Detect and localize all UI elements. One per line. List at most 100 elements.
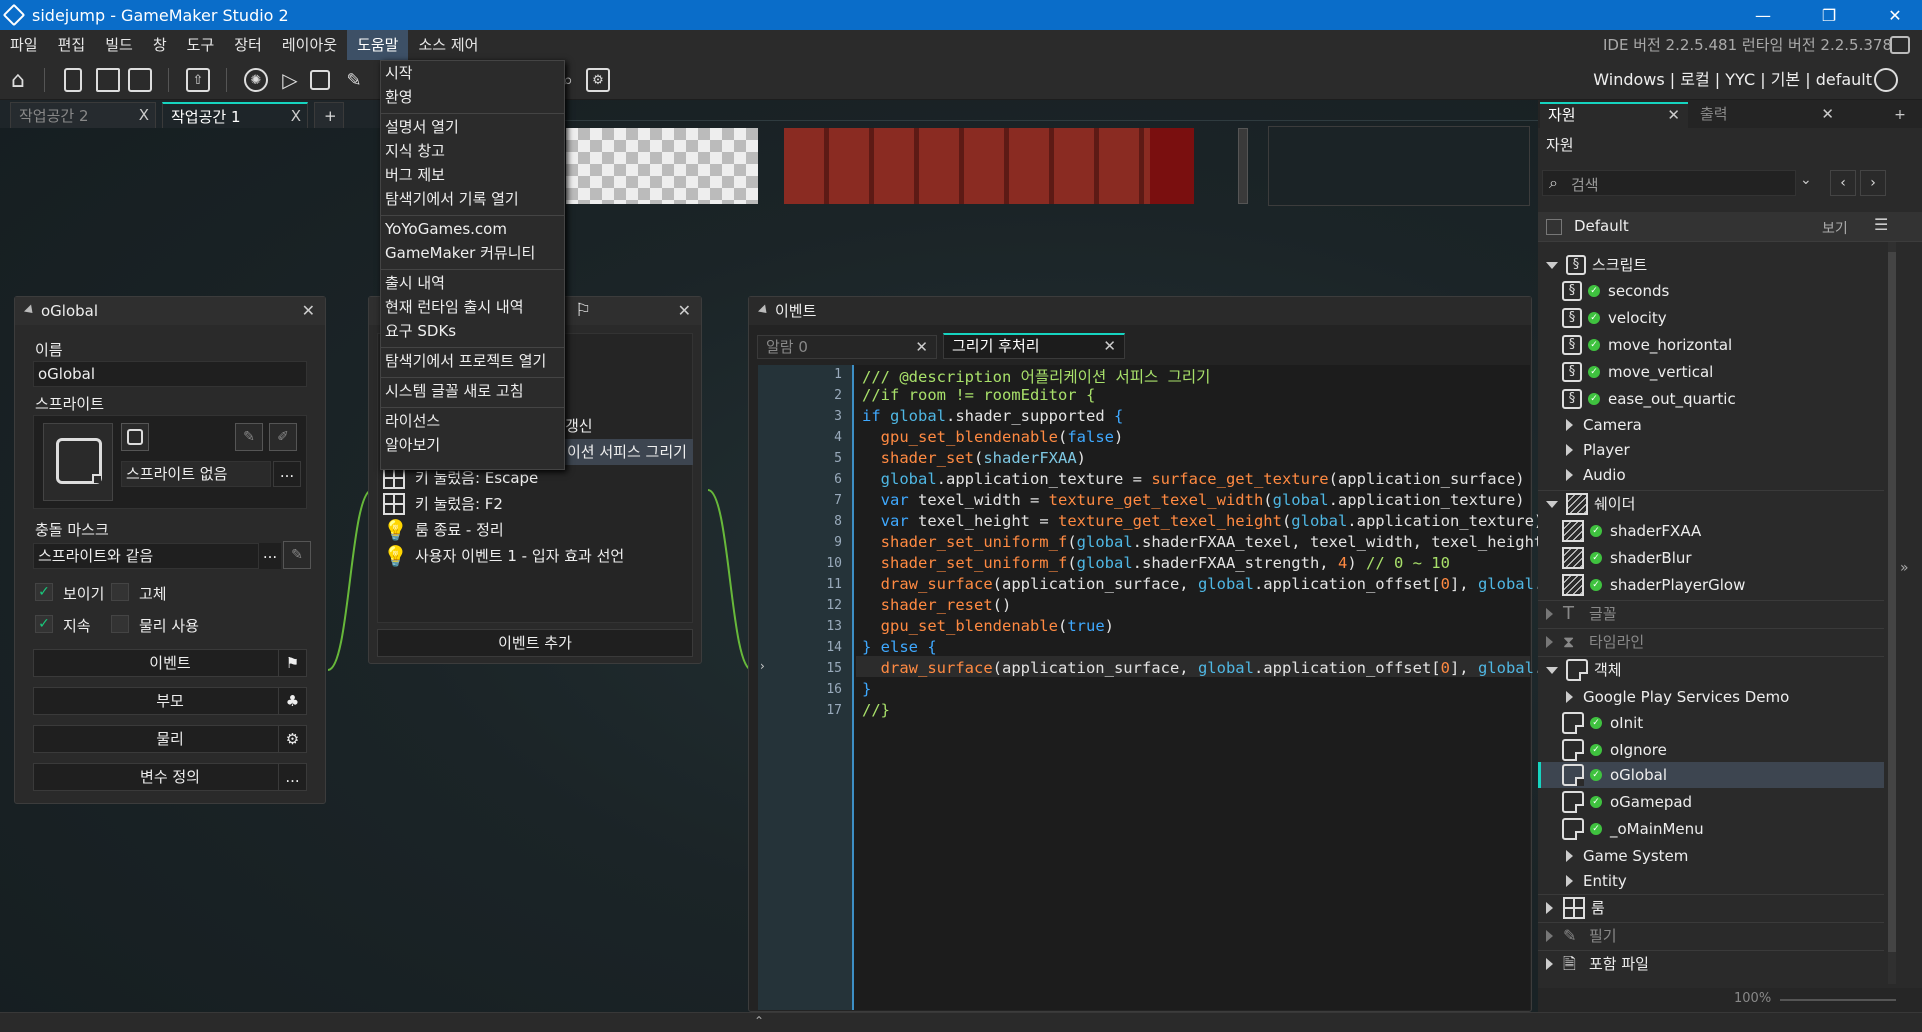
search-input[interactable]: ⌕ 검색: [1542, 170, 1796, 196]
tab-draw-end[interactable]: 그리기 후처리 ✕: [943, 333, 1125, 359]
close-icon[interactable]: ✕: [1667, 104, 1680, 126]
add-workspace-button[interactable]: +: [314, 102, 344, 128]
group-name[interactable]: Default: [1574, 217, 1629, 235]
menu-item-report-bug[interactable]: 버그 제보: [385, 163, 445, 187]
menu-item-release-notes[interactable]: 출시 내역: [385, 271, 445, 295]
export-icon[interactable]: ⇧: [186, 68, 210, 92]
events-button[interactable]: 이벤트 ⚑: [33, 649, 307, 677]
event-item-partial[interactable]: 갱신: [565, 413, 593, 439]
menu-help[interactable]: 도움말: [347, 30, 409, 60]
menu-file[interactable]: 파일: [0, 30, 48, 60]
tree-folder-game-system[interactable]: Game System: [1566, 843, 1688, 869]
sprite-thumbnail[interactable]: [43, 423, 113, 501]
visible-checkbox[interactable]: ✓: [35, 583, 53, 601]
tree-group-scripts[interactable]: § 스크립트: [1546, 252, 1647, 278]
physics-checkbox[interactable]: [111, 615, 129, 633]
close-icon[interactable]: ✕: [1821, 102, 1834, 126]
menu-item-required-sdks[interactable]: 요구 SDKs: [385, 319, 456, 343]
tree-group-timelines[interactable]: ⧗ 타임라인: [1546, 629, 1644, 655]
solid-checkbox[interactable]: [111, 583, 129, 601]
restore-button[interactable]: ❐: [1806, 0, 1852, 30]
menu-item-knowledge-base[interactable]: 지식 창고: [385, 139, 445, 163]
tree-item[interactable]: ✓ shaderPlayerGlow: [1562, 572, 1745, 598]
name-field[interactable]: oGlobal: [33, 361, 307, 387]
menu-marketplace[interactable]: 장터: [224, 30, 272, 60]
edit-sprite-icon[interactable]: ✎: [235, 423, 263, 451]
tree-item[interactable]: § ✓ seconds: [1562, 278, 1669, 304]
tree-item-selected[interactable]: ✓ oGlobal: [1562, 762, 1667, 788]
edit-image-icon[interactable]: ✐: [269, 423, 297, 451]
variable-definitions-button[interactable]: 변수 정의 ...: [33, 763, 307, 791]
new-project-icon[interactable]: [64, 68, 82, 92]
menu-item-welcome[interactable]: 환영: [385, 85, 413, 109]
tree-group-shaders[interactable]: 쉐이더: [1546, 491, 1635, 517]
menu-item-open-manual[interactable]: 설명서 열기: [385, 115, 459, 139]
tree-item[interactable]: ✓ oInit: [1562, 710, 1643, 736]
menu-item-runtime-release-notes[interactable]: 현재 런타임 출시 내역: [385, 295, 524, 319]
menu-item-refresh-fonts[interactable]: 시스템 글꼴 새로 고침: [385, 379, 524, 403]
close-icon[interactable]: ✕: [678, 297, 691, 325]
tree-folder-entity[interactable]: Entity: [1566, 868, 1627, 894]
sprite-field[interactable]: 스프라이트 없음: [121, 461, 271, 487]
code-text-area[interactable]: 1 2 3 4 5 6 7 8 9 10 11 12 13 14 15 16 1…: [758, 365, 1553, 1010]
menu-item-open-log[interactable]: 탐색기에서 기록 열기: [385, 187, 519, 211]
mask-browse-button[interactable]: ...: [259, 543, 281, 569]
expand-output-icon[interactable]: ⌃: [754, 1014, 764, 1028]
parent-button[interactable]: 부모 ♣: [33, 687, 307, 715]
close-icon[interactable]: ✕: [302, 297, 315, 325]
stop-icon[interactable]: [310, 70, 330, 90]
tree-item[interactable]: § ✓ velocity: [1562, 305, 1667, 331]
game-options-icon[interactable]: ⚙: [586, 68, 610, 92]
save-icon[interactable]: [128, 68, 152, 92]
run-icon[interactable]: ▷: [278, 68, 302, 92]
tree-group-fonts[interactable]: T 글꼴: [1546, 601, 1617, 627]
menu-tools[interactable]: 도구: [177, 30, 225, 60]
tree-item[interactable]: ✓ shaderFXAA: [1562, 518, 1701, 544]
menu-item-open-project-explorer[interactable]: 탐색기에서 프로젝트 열기: [385, 349, 546, 373]
clean-icon[interactable]: ✎: [342, 68, 366, 92]
menu-item-licenses[interactable]: 라이선스: [385, 409, 440, 433]
tree-folder-player[interactable]: Player: [1566, 437, 1630, 463]
zoom-slider[interactable]: [1780, 999, 1896, 1001]
chat-icon[interactable]: [1890, 36, 1910, 54]
target-icon[interactable]: [1874, 68, 1898, 92]
event-item[interactable]: 💡 룸 종료 - 정리: [383, 517, 504, 543]
close-icon[interactable]: ✕: [1103, 335, 1116, 357]
edit-mask-icon[interactable]: ✎: [283, 541, 311, 569]
close-icon[interactable]: X: [291, 107, 301, 125]
tab-output[interactable]: 출력 ✕: [1692, 102, 1842, 128]
next-icon[interactable]: ›: [1860, 170, 1886, 196]
debug-icon[interactable]: ✺: [244, 68, 268, 92]
tree-folder-camera[interactable]: Camera: [1566, 412, 1642, 438]
tree-scrollbar[interactable]: [1888, 242, 1896, 984]
menu-build[interactable]: 빌드: [95, 30, 143, 60]
tree-item[interactable]: ✓ oIgnore: [1562, 737, 1667, 763]
menu-window[interactable]: 창: [143, 30, 177, 60]
tree-item[interactable]: ✓ _oMainMenu: [1562, 816, 1704, 842]
menu-icon[interactable]: ☰: [1874, 215, 1888, 234]
chevron-down-icon[interactable]: ⌄: [1800, 172, 1812, 188]
close-icon[interactable]: X: [139, 106, 149, 124]
tree-item[interactable]: § ✓ move_vertical: [1562, 359, 1713, 385]
minimize-button[interactable]: —: [1740, 0, 1786, 30]
tree-item[interactable]: § ✓ ease_out_quartic: [1562, 386, 1736, 412]
close-icon[interactable]: ✕: [915, 336, 928, 358]
collapse-panel-icon[interactable]: »: [1900, 560, 1909, 576]
persistent-checkbox[interactable]: ✓: [35, 615, 53, 633]
target-selector[interactable]: Windows | 로컬 | YYC | 기본 | default: [1593, 60, 1872, 100]
tree-item[interactable]: § ✓ move_horizontal: [1562, 332, 1732, 358]
tab-resources[interactable]: 자원 ✕: [1540, 102, 1688, 128]
menu-edit[interactable]: 편집: [48, 30, 96, 60]
event-item[interactable]: 키 눌렀음: F2: [383, 491, 503, 517]
tree-item[interactable]: ✓ oGamepad: [1562, 789, 1692, 815]
tree-group-rooms[interactable]: 룸: [1546, 895, 1605, 921]
tree-item[interactable]: ✓ shaderBlur: [1562, 545, 1692, 571]
new-sprite-icon[interactable]: [121, 423, 149, 451]
tab-workspace-1[interactable]: 작업공간 1 X: [162, 102, 308, 128]
sprite-browse-button[interactable]: ...: [273, 461, 301, 487]
tree-group-notes[interactable]: ✎ 필기: [1546, 923, 1617, 949]
tree-group-objects[interactable]: 객체: [1546, 657, 1622, 683]
menu-source-control[interactable]: 소스 제어: [408, 30, 488, 60]
menu-item-about[interactable]: 알아보기: [385, 433, 440, 457]
menu-layout[interactable]: 레이아웃: [272, 30, 347, 60]
